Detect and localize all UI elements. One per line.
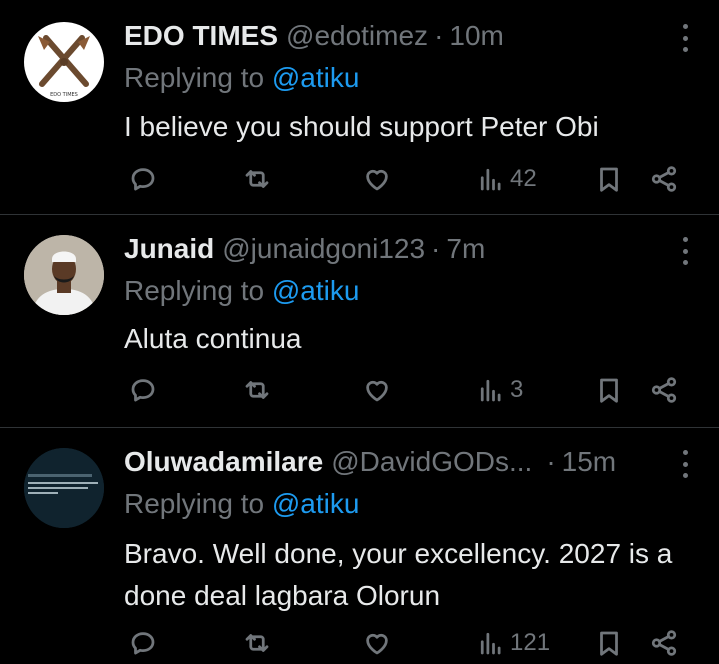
reply-icon	[131, 632, 155, 655]
bookmark-button[interactable]	[594, 372, 624, 408]
replying-prefix: Replying to	[124, 275, 272, 306]
bookmark-icon	[600, 631, 618, 656]
share-button[interactable]	[649, 625, 679, 661]
retweet-button[interactable]	[242, 625, 272, 661]
share-icon	[651, 377, 677, 403]
replying-to: Replying to @atiku	[124, 62, 359, 94]
replying-prefix: Replying to	[124, 488, 272, 519]
reply-button[interactable]	[128, 161, 158, 197]
dark-screen-icon	[24, 448, 104, 528]
user-handle[interactable]: @DavidGODs...	[331, 446, 532, 478]
views-button[interactable]: 121	[476, 625, 550, 661]
view-count: 121	[510, 629, 551, 656]
bookmark-button[interactable]	[594, 161, 624, 197]
share-icon	[651, 166, 677, 192]
separator-dot: ·	[431, 233, 441, 264]
views-button[interactable]: 3	[476, 372, 523, 408]
separator-dot: ·	[546, 446, 556, 477]
views-icon	[480, 379, 501, 402]
like-button[interactable]	[362, 625, 392, 661]
tweet-text: Bravo. Well done, your excellency. 2027 …	[124, 538, 673, 611]
like-icon	[366, 380, 388, 402]
like-icon	[366, 169, 388, 191]
tweet-header: Junaid @junaidgoni123 · 7m	[124, 229, 485, 269]
retweet-button[interactable]	[242, 161, 272, 197]
reply-icon	[131, 168, 155, 191]
mention-link[interactable]: @atiku	[272, 275, 360, 306]
display-name[interactable]: Oluwadamilare	[124, 446, 323, 478]
bookmark-button[interactable]	[594, 625, 624, 661]
crossed-swords-logo-icon: EDO TIMES	[38, 35, 90, 98]
action-bar: 121	[124, 625, 694, 661]
more-icon[interactable]	[679, 24, 691, 52]
user-handle[interactable]: @junaidgoni123	[222, 233, 425, 265]
avatar[interactable]	[24, 235, 104, 315]
timestamp[interactable]: 7m	[446, 233, 485, 265]
mention-link[interactable]: @atiku	[272, 488, 360, 519]
avatar[interactable]: EDO TIMES	[24, 22, 104, 102]
share-button[interactable]	[649, 372, 679, 408]
replying-to: Replying to @atiku	[124, 275, 359, 307]
more-icon[interactable]	[679, 237, 691, 265]
views-icon	[480, 168, 501, 191]
reply-button[interactable]	[128, 372, 158, 408]
reply-icon	[131, 379, 155, 402]
display-name[interactable]: EDO TIMES	[124, 20, 278, 52]
retweet-icon	[245, 634, 269, 652]
like-icon	[366, 633, 388, 655]
share-icon	[651, 630, 677, 656]
view-count: 42	[510, 165, 537, 192]
tweet[interactable]: Oluwadamilare @DavidGODs... · 15m Replyi…	[0, 428, 719, 664]
tweet-text: Aluta continua	[124, 323, 302, 354]
like-button[interactable]	[362, 372, 392, 408]
tweet-header: Oluwadamilare @DavidGODs... · 15m	[124, 442, 616, 482]
retweet-button[interactable]	[242, 372, 272, 408]
bookmark-icon	[600, 378, 618, 403]
views-icon	[480, 632, 501, 655]
display-name[interactable]: Junaid	[124, 233, 214, 265]
avatar[interactable]	[24, 448, 104, 528]
share-button[interactable]	[649, 161, 679, 197]
user-handle[interactable]: @edotimez	[286, 20, 428, 52]
avatar-label: EDO TIMES	[50, 92, 78, 98]
separator-dot: ·	[434, 20, 444, 51]
reply-button[interactable]	[128, 625, 158, 661]
timestamp[interactable]: 10m	[449, 20, 503, 52]
mention-link[interactable]: @atiku	[272, 62, 360, 93]
action-bar: 42	[124, 161, 694, 197]
views-button[interactable]: 42	[476, 161, 537, 197]
like-button[interactable]	[362, 161, 392, 197]
retweet-icon	[245, 170, 269, 188]
replying-prefix: Replying to	[124, 62, 272, 93]
tweet[interactable]: Junaid @junaidgoni123 · 7m Replying to @…	[0, 215, 719, 427]
retweet-icon	[245, 381, 269, 399]
action-bar: 3	[124, 372, 694, 408]
reply-feed: EDO TIMES EDO TIMES @edotimez · 10m Repl…	[0, 0, 719, 664]
tweet[interactable]: EDO TIMES EDO TIMES @edotimez · 10m Repl…	[0, 0, 719, 214]
bookmark-icon	[600, 167, 618, 192]
replying-to: Replying to @atiku	[124, 488, 359, 520]
timestamp[interactable]: 15m	[562, 446, 616, 478]
tweet-text: I believe you should support Peter Obi	[124, 111, 599, 142]
person-photo-icon	[24, 235, 104, 315]
view-count: 3	[510, 376, 524, 403]
tweet-header: EDO TIMES @edotimez · 10m	[124, 16, 504, 56]
more-icon[interactable]	[679, 450, 691, 478]
